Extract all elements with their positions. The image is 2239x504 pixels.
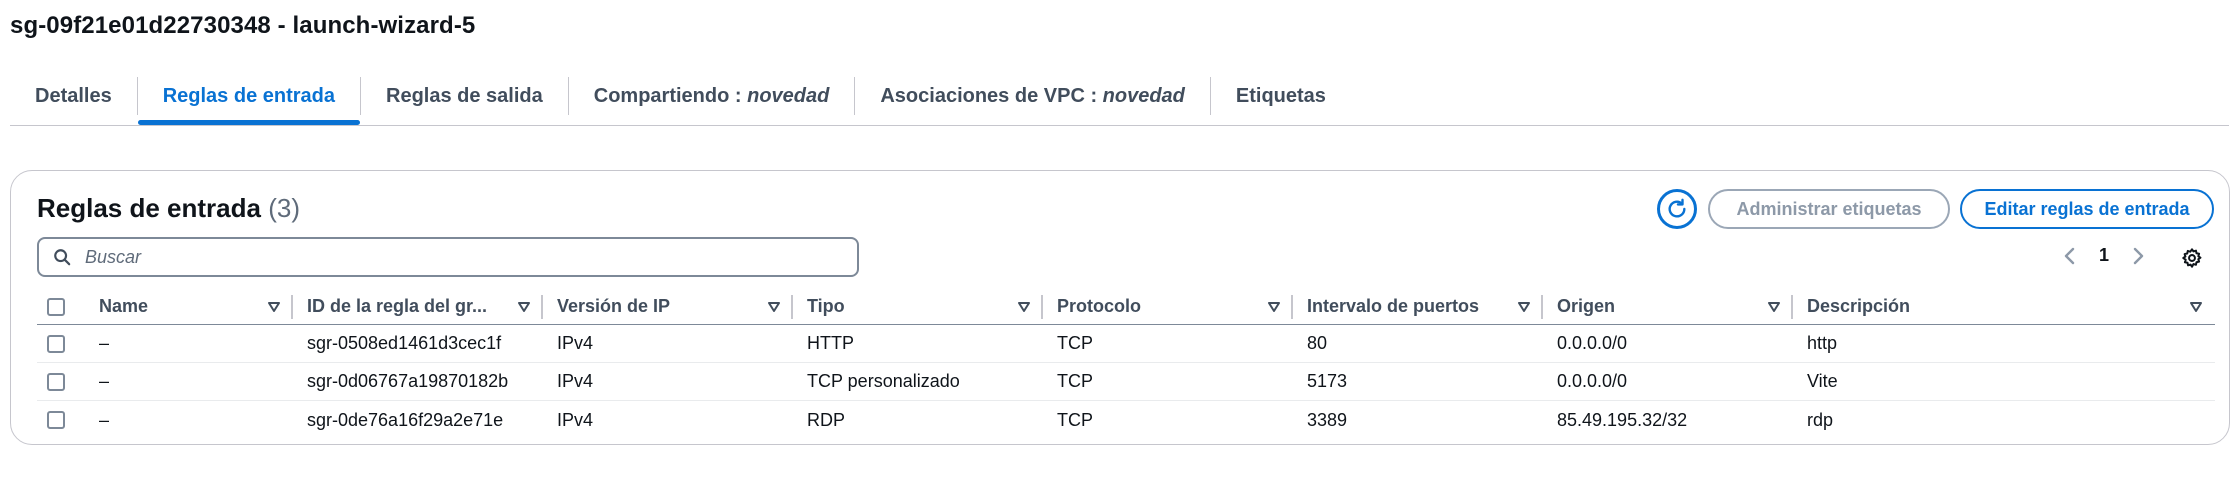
column-label: Descripción — [1807, 296, 1911, 316]
column-label: ID de la regla del gr... — [307, 296, 488, 316]
cell-type: HTTP — [807, 333, 854, 353]
row-checkbox[interactable] — [47, 334, 65, 353]
cell-protocol: TCP — [1057, 371, 1093, 391]
row-select-cell — [37, 363, 85, 400]
sort-icon[interactable] — [1017, 301, 1031, 313]
tab-inbound-rules[interactable]: Reglas de entrada — [137, 76, 361, 125]
new-badge: novedad — [747, 84, 830, 107]
cell-name: – — [99, 371, 110, 391]
row-checkbox[interactable] — [47, 411, 65, 429]
refresh-icon — [1668, 198, 1686, 218]
table-settings-button[interactable] — [2177, 243, 2207, 273]
sort-icon[interactable] — [2189, 301, 2203, 313]
page-number[interactable]: 1 — [2099, 245, 2109, 266]
cell-rule-id: sgr-0508ed1461d3cec1f — [307, 333, 502, 353]
panel-title: Reglas de entrada (3) — [37, 193, 300, 224]
column-label: Intervalo de puertos — [1307, 296, 1480, 316]
table-header: Name ID de la regla del gr... Versión de… — [37, 289, 2215, 325]
cell-description: rdp — [1807, 409, 1834, 430]
select-all-cell — [37, 289, 85, 324]
tab-label: Reglas de salida — [386, 84, 543, 107]
pagination: 1 — [2063, 245, 2145, 266]
cell-rule-id: sgr-0de76a16f29a2e71e — [307, 409, 504, 430]
tab-tags[interactable]: Etiquetas — [1211, 76, 1351, 116]
sort-icon[interactable] — [1267, 301, 1281, 313]
column-label: Versión de IP — [557, 296, 671, 316]
rule-count: (3) — [268, 193, 300, 223]
search-icon — [54, 249, 71, 266]
cell-protocol: TCP — [1057, 333, 1093, 353]
tab-outbound-rules[interactable]: Reglas de salida — [361, 76, 568, 116]
panel-title-text: Reglas de entrada — [37, 193, 261, 223]
tab-label: Reglas de entrada — [162, 84, 336, 107]
column-label: Tipo — [807, 296, 845, 316]
sort-icon[interactable] — [1517, 301, 1531, 313]
cell-description: http — [1807, 333, 1838, 353]
rules-table: Name ID de la regla del gr... Versión de… — [37, 289, 2215, 439]
cell-port-range: 5173 — [1307, 371, 1348, 391]
inbound-rules-panel: Reglas de entrada (3) Administrar etique… — [10, 170, 2230, 445]
column-header-name[interactable]: Name — [85, 289, 293, 324]
tab-vpc-associations[interactable]: Asociaciones de VPC : novedad — [855, 76, 1210, 116]
row-checkbox[interactable] — [47, 372, 65, 391]
cell-ip-version: IPv4 — [557, 371, 594, 391]
refresh-button[interactable] — [1657, 189, 1697, 229]
search-input[interactable] — [85, 246, 845, 268]
chevron-right-icon[interactable] — [2131, 246, 2145, 266]
table-row[interactable]: – sgr-0508ed1461d3cec1f IPv4 HTTP TCP 80… — [37, 325, 2215, 363]
chevron-left-icon[interactable] — [2063, 246, 2077, 266]
cell-ip-version: IPv4 — [557, 409, 594, 430]
sort-icon[interactable] — [1767, 301, 1781, 313]
cell-rule-id: sgr-0d06767a19870182b — [307, 371, 509, 391]
column-header-protocol[interactable]: Protocolo — [1043, 289, 1293, 324]
tab-label: Etiquetas — [1235, 84, 1326, 107]
column-header-type[interactable]: Tipo — [793, 289, 1043, 324]
cell-type: RDP — [807, 409, 846, 430]
gear-icon — [2182, 248, 2202, 268]
cell-type: TCP personalizado — [807, 371, 960, 391]
tab-label: Compartiendo : — [593, 84, 748, 107]
cell-protocol: TCP — [1057, 409, 1093, 430]
cell-description: Vite — [1807, 371, 1838, 391]
tab-label: Asociaciones de VPC : — [880, 84, 1103, 107]
cell-source: 0.0.0.0/0 — [1557, 333, 1628, 353]
column-header-description[interactable]: Descripción — [1793, 289, 2215, 324]
cell-name: – — [99, 333, 110, 353]
column-header-rule-id[interactable]: ID de la regla del gr... — [293, 289, 543, 324]
sort-icon[interactable] — [517, 301, 531, 313]
column-label: Origen — [1557, 296, 1616, 316]
column-header-port-range[interactable]: Intervalo de puertos — [1293, 289, 1543, 324]
column-label: Name — [99, 296, 149, 316]
tab-bar: Detalles Reglas de entrada Reglas de sal… — [10, 76, 2229, 126]
manage-tags-button[interactable]: Administrar etiquetas — [1708, 189, 1950, 229]
sort-icon[interactable] — [267, 301, 281, 313]
new-badge: novedad — [1102, 84, 1185, 107]
page-title: sg-09f21e01d22730348 - launch-wizard-5 — [10, 12, 476, 39]
table-row[interactable]: – sgr-0de76a16f29a2e71e IPv4 RDP TCP 338… — [37, 401, 2215, 439]
search-field[interactable] — [37, 237, 859, 277]
tab-label: Detalles — [35, 84, 112, 107]
row-select-cell — [37, 325, 85, 362]
table-row[interactable]: – sgr-0d06767a19870182b IPv4 TCP persona… — [37, 363, 2215, 401]
tab-details[interactable]: Detalles — [10, 76, 137, 116]
select-all-checkbox[interactable] — [47, 297, 65, 316]
cell-source: 0.0.0.0/0 — [1557, 371, 1628, 391]
cell-ip-version: IPv4 — [557, 333, 594, 353]
column-header-source[interactable]: Origen — [1543, 289, 1793, 324]
cell-port-range: 3389 — [1307, 409, 1348, 430]
column-label: Protocolo — [1057, 296, 1141, 316]
row-select-cell — [37, 401, 85, 439]
column-header-ip-version[interactable]: Versión de IP — [543, 289, 793, 324]
cell-port-range: 80 — [1307, 333, 1328, 353]
cell-name: – — [99, 409, 110, 430]
cell-source: 85.49.195.32/32 — [1557, 409, 1688, 430]
tab-sharing[interactable]: Compartiendo : novedad — [569, 76, 855, 116]
sort-icon[interactable] — [767, 301, 781, 313]
edit-inbound-rules-button[interactable]: Editar reglas de entrada — [1960, 189, 2214, 229]
